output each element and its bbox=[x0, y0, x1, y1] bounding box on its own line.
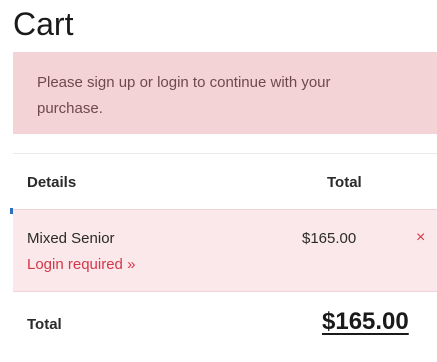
item-price: $165.00 bbox=[302, 230, 357, 247]
total-row: Total $165.00 bbox=[13, 292, 437, 352]
total-label: Total bbox=[27, 316, 62, 333]
item-name: Mixed Senior bbox=[27, 230, 115, 247]
login-alert: Please sign up or login to continue with… bbox=[13, 52, 437, 134]
login-required-link[interactable]: Login required » bbox=[27, 256, 135, 273]
total-value: $165.00 bbox=[322, 308, 409, 335]
cart-page: Cart Please sign up or login to continue… bbox=[0, 0, 437, 362]
table-row: Mixed Senior Login required » $165.00 × bbox=[13, 209, 437, 292]
column-header-details: Details bbox=[27, 174, 77, 191]
cart-table: Details Total Mixed Senior Login require… bbox=[13, 153, 437, 352]
alert-message: Please sign up or login to continue with… bbox=[37, 74, 331, 117]
close-icon[interactable]: × bbox=[416, 228, 425, 248]
page-title: Cart bbox=[13, 6, 74, 42]
column-header-total: Total bbox=[327, 174, 362, 191]
table-header: Details Total bbox=[13, 153, 437, 209]
